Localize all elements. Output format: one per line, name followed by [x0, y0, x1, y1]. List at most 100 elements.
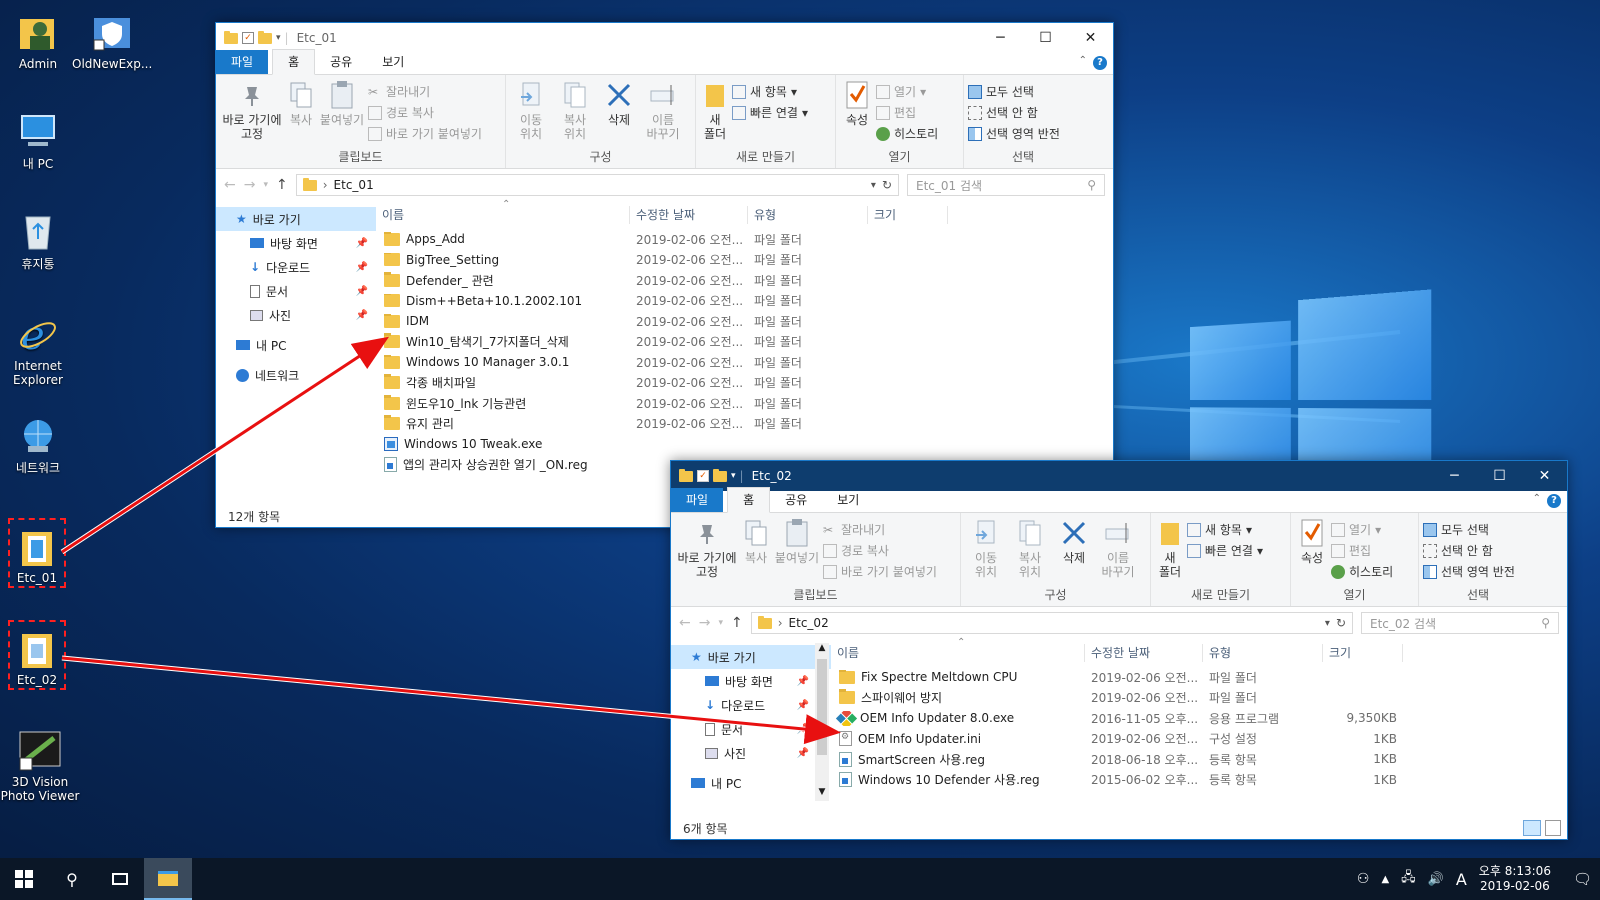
title-bar[interactable]: ✓ ▾ | Etc_02 ─ ☐ ✕ [671, 461, 1567, 491]
file-row[interactable]: Windows 10 Manager 3.0.1 2019-02-06 오전...… [376, 352, 1113, 373]
history-button[interactable]: 히스토리 [876, 125, 938, 142]
desktop-icon-admin[interactable]: Admin [0, 10, 76, 71]
tab-home[interactable]: 홈 [727, 487, 771, 513]
scroll-up-icon[interactable]: ▲ [815, 643, 829, 657]
desktop-icon-etc-01[interactable]: Etc_01 [8, 518, 66, 588]
pin-icon[interactable]: 📌 [797, 724, 809, 735]
tab-file[interactable]: 파일 [671, 488, 724, 512]
column-modified[interactable]: 수정한 날짜 [630, 206, 748, 224]
column-size[interactable]: 크기 [868, 206, 948, 224]
maximize-button[interactable]: ☐ [1023, 23, 1068, 53]
history-button[interactable]: 히스토리 [1331, 563, 1393, 580]
file-row[interactable]: Win10_탐색기_7가지폴더_삭제 2019-02-06 오전... 파일 폴더 [376, 332, 1113, 353]
column-size[interactable]: 크기 [1323, 644, 1403, 662]
file-row[interactable]: OEM Info Updater.ini 2019-02-06 오전... 구성 설… [831, 729, 1567, 750]
select-none-button[interactable]: 선택 안 함 [1423, 542, 1515, 559]
easy-access-button[interactable]: 빠른 연결 ▾ [1187, 542, 1263, 559]
open-button[interactable]: 열기 ▾ [876, 83, 938, 100]
taskbar-file-explorer[interactable] [144, 858, 192, 900]
breadcrumb[interactable]: Etc_02 [789, 616, 829, 630]
chevron-down-icon[interactable]: ▾ [1325, 618, 1330, 629]
tab-view[interactable]: 보기 [367, 50, 419, 74]
desktop-icon-recycle-bin[interactable]: 휴지통 [0, 210, 76, 271]
breadcrumb-chevron-icon[interactable]: › [323, 178, 328, 192]
nav-desktop[interactable]: 바탕 화면 📌 [216, 231, 376, 255]
explorer-window-etc-02[interactable]: ✓ ▾ | Etc_02 ─ ☐ ✕ 파일 홈 공유 보기 ⌃ ? 바로 가기에… [670, 460, 1568, 840]
properties-check-icon[interactable]: ✓ [697, 470, 709, 482]
file-row[interactable]: 윈도우10_lnk 기능관련 2019-02-06 오전... 파일 폴더 [376, 393, 1113, 414]
search-button[interactable]: ⚲ [48, 858, 96, 900]
nav-pictures[interactable]: 사진 📌 [671, 741, 831, 765]
nav-this-pc[interactable]: 내 PC [671, 771, 831, 795]
chevron-up-icon[interactable]: ▲ [1381, 874, 1389, 885]
column-type[interactable]: 유형 [748, 206, 868, 224]
pin-icon[interactable]: 📌 [797, 700, 809, 711]
recent-locations-icon[interactable]: ▾ [718, 618, 723, 628]
invert-selection-button[interactable]: 선택 영역 반전 [1423, 563, 1515, 580]
copy-path-button[interactable]: 경로 복사 [823, 542, 937, 559]
select-all-button[interactable]: 모두 선택 [1423, 521, 1515, 538]
new-folder-icon[interactable] [713, 468, 727, 482]
file-row[interactable]: BigTree_Setting 2019-02-06 오전... 파일 폴더 [376, 250, 1113, 271]
details-view-icon[interactable] [1523, 820, 1541, 836]
file-row[interactable]: Windows 10 Defender 사용.reg 2015-06-02 오후.… [831, 770, 1567, 791]
scroll-down-icon[interactable]: ▼ [815, 787, 829, 801]
column-type[interactable]: 유형 [1203, 644, 1323, 662]
desktop-icon-internet-explorer[interactable]: e Internet Explorer [0, 312, 76, 387]
cut-button[interactable]: ✂ 잘라내기 [823, 521, 937, 538]
task-view-button[interactable] [96, 858, 144, 900]
nav-quick-access[interactable]: ★ 바로 가기 [671, 645, 831, 669]
minimize-button[interactable]: ─ [978, 23, 1023, 53]
title-bar[interactable]: ✓ ▾ | Etc_01 ─ ☐ ✕ [216, 23, 1113, 53]
scroll-thumb[interactable] [817, 659, 827, 755]
paste-shortcut-button[interactable]: 바로 가기 붙여넣기 [823, 563, 937, 580]
refresh-icon[interactable]: ↻ [1336, 616, 1346, 630]
nav-this-pc[interactable]: 내 PC [216, 333, 376, 357]
back-arrow-icon[interactable]: ← [224, 177, 236, 193]
up-arrow-icon[interactable]: ↑ [731, 615, 743, 631]
copy-path-button[interactable]: 경로 복사 [368, 104, 482, 121]
select-none-button[interactable]: 선택 안 함 [968, 104, 1060, 121]
file-row[interactable]: Defender_ 관련 2019-02-06 오전... 파일 폴더 [376, 270, 1113, 291]
pin-icon[interactable]: 📌 [356, 286, 368, 297]
pin-icon[interactable]: 📌 [356, 238, 368, 249]
tab-file[interactable]: 파일 [216, 50, 269, 74]
close-button[interactable]: ✕ [1522, 461, 1567, 491]
address-bar[interactable]: › Etc_01 ▾ ↻ [295, 174, 899, 196]
clock[interactable]: 오후 8:13:06 2019-02-06 [1479, 864, 1551, 894]
refresh-icon[interactable]: ↻ [882, 178, 892, 192]
chevron-down-icon[interactable]: ▾ [871, 180, 876, 191]
properties-check-icon[interactable]: ✓ [242, 32, 254, 44]
nav-desktop[interactable]: 바탕 화면 📌 [671, 669, 831, 693]
desktop-icon-3d-vision[interactable]: 3D Vision Photo Viewer [0, 728, 80, 803]
file-row[interactable]: OEM Info Updater 8.0.exe 2016-11-05 오후...… [831, 708, 1567, 729]
edit-button[interactable]: 편집 [1331, 542, 1393, 559]
breadcrumb[interactable]: Etc_01 [334, 178, 374, 192]
edit-button[interactable]: 편집 [876, 104, 938, 121]
pin-icon[interactable]: 📌 [356, 310, 368, 321]
notification-center-icon[interactable]: 🗨 [1573, 870, 1592, 888]
cut-button[interactable]: ✂ 잘라내기 [368, 83, 482, 100]
volume-icon[interactable]: 🔊 [1428, 872, 1444, 887]
new-item-button[interactable]: 새 항목 ▾ [732, 83, 808, 100]
tab-view[interactable]: 보기 [822, 488, 874, 512]
desktop-icon-etc-02[interactable]: Etc_02 [8, 620, 66, 690]
explorer-window-etc-01[interactable]: ✓ ▾ | Etc_01 ─ ☐ ✕ 파일 홈 공유 보기 ⌃ ? 바로 가기에… [215, 22, 1114, 528]
easy-access-button[interactable]: 빠른 연결 ▾ [732, 104, 808, 121]
new-folder-icon[interactable] [258, 30, 272, 44]
nav-documents[interactable]: 문서 📌 [216, 279, 376, 303]
forward-arrow-icon[interactable]: → [244, 177, 256, 193]
search-input[interactable]: Etc_01 검색 ⚲ [907, 174, 1105, 196]
file-row[interactable]: 유지 관리 2019-02-06 오전... 파일 폴더 [376, 414, 1113, 435]
select-all-button[interactable]: 모두 선택 [968, 83, 1060, 100]
pin-icon[interactable]: 📌 [797, 748, 809, 759]
network-icon[interactable]: 🖧 [1401, 868, 1416, 890]
file-row[interactable]: 스파이웨어 방지 2019-02-06 오전... 파일 폴더 [831, 688, 1567, 709]
tab-share[interactable]: 공유 [315, 50, 367, 74]
collapse-ribbon-icon[interactable]: ⌃ [1079, 55, 1087, 66]
help-icon[interactable]: ? [1547, 494, 1561, 508]
chevron-down-icon[interactable]: ▾ [276, 33, 281, 43]
tab-share[interactable]: 공유 [770, 488, 822, 512]
nav-quick-access[interactable]: ★ 바로 가기 [216, 207, 376, 231]
tab-home[interactable]: 홈 [272, 49, 316, 75]
